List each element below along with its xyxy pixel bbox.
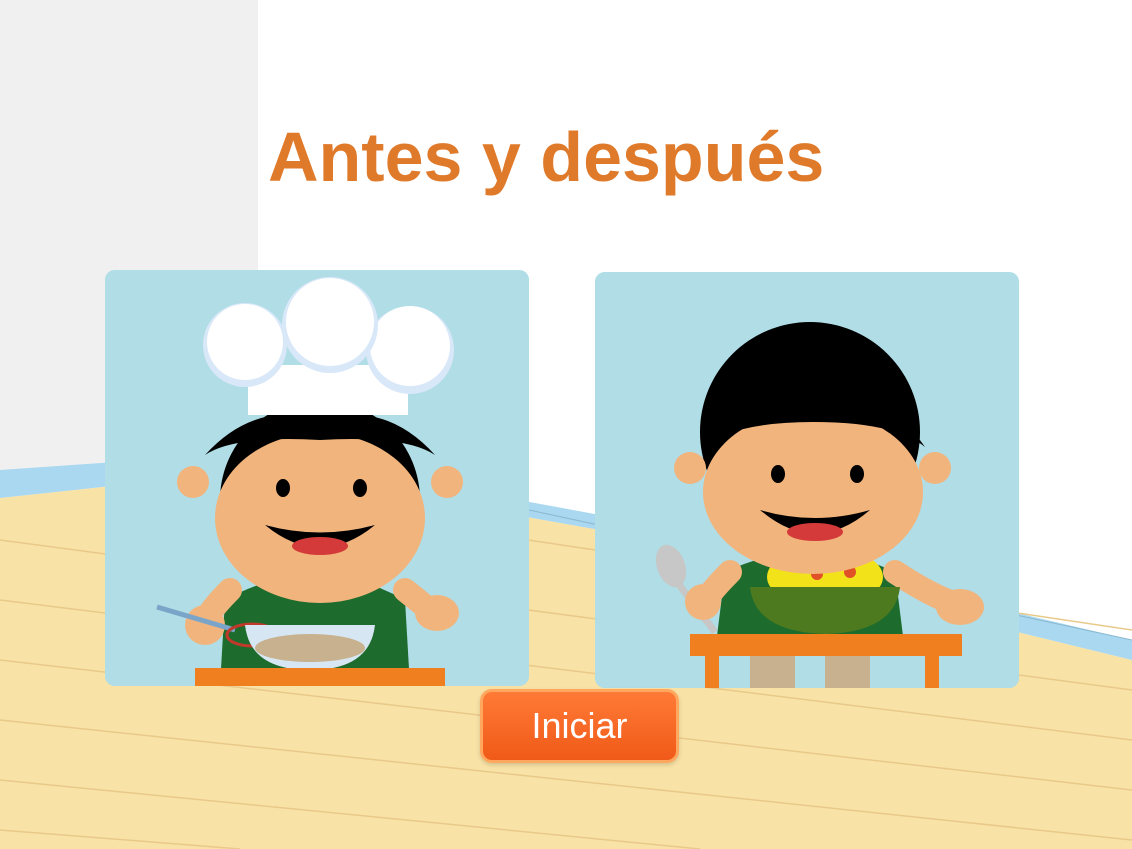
start-button[interactable]: Iniciar [480, 689, 679, 763]
before-card[interactable] [105, 270, 529, 686]
page-title: Antes y después [268, 118, 825, 196]
chef-boy-illustration [105, 270, 529, 686]
spaghetti-boy-illustration [595, 272, 1019, 688]
after-card[interactable] [595, 272, 1019, 688]
